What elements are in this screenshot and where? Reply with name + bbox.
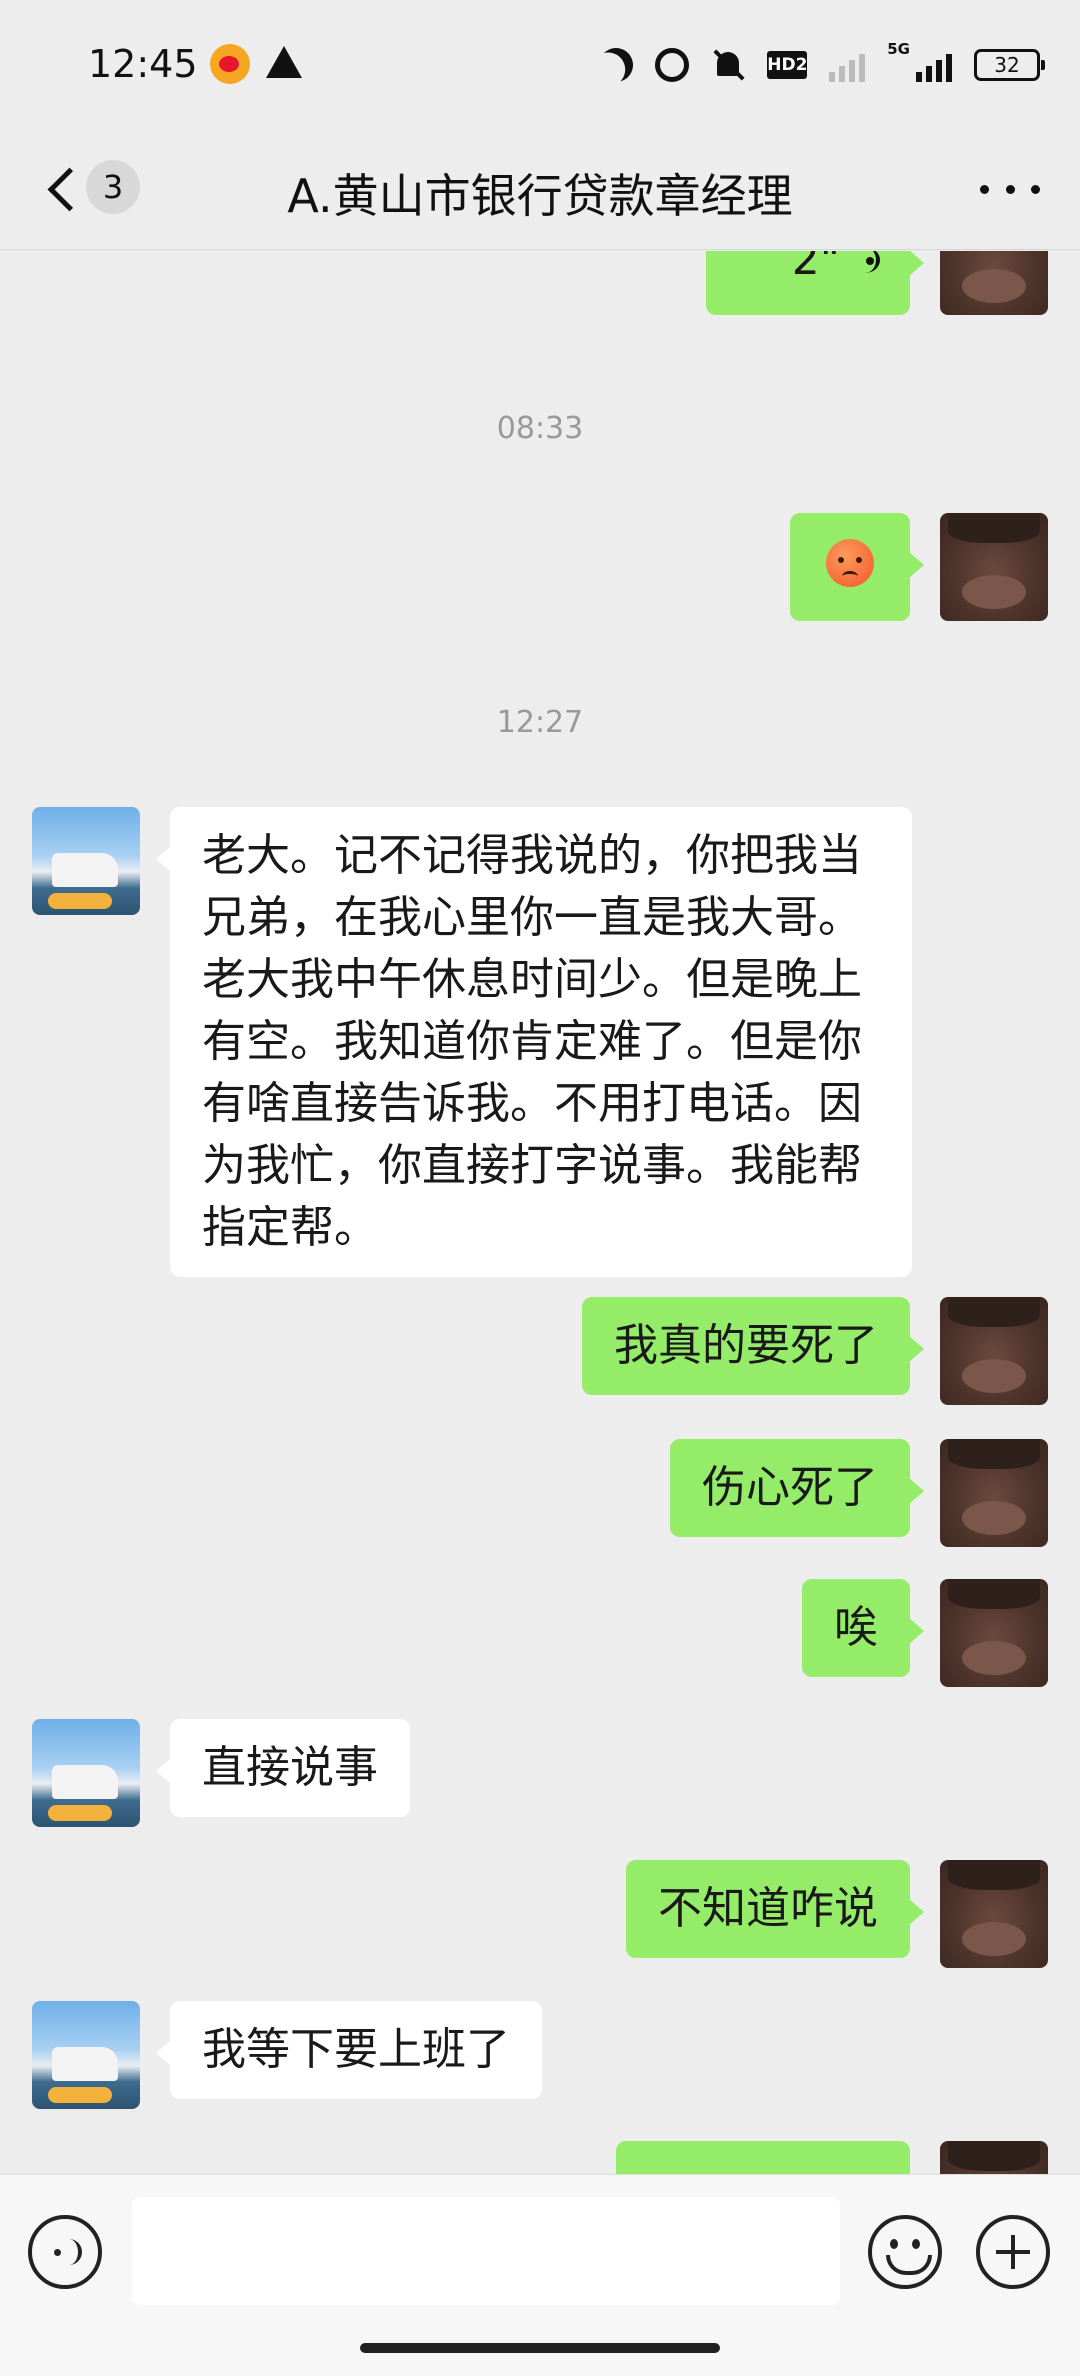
do-not-disturb-icon [593, 42, 639, 88]
text-message-bubble[interactable] [616, 2141, 910, 2174]
status-bar: 12:45 HD2 5G 32 [0, 0, 1080, 130]
signal-icon-sim1 [829, 48, 866, 82]
hd-voice-icon: HD2 [767, 51, 807, 79]
message-text: 不知道咋说 [658, 1883, 878, 1934]
voice-wave-icon [850, 251, 880, 279]
my-avatar[interactable] [940, 1439, 1048, 1547]
my-avatar[interactable] [940, 1297, 1048, 1405]
text-message-bubble[interactable]: 伤心死了 [670, 1439, 924, 1537]
message-line: 指定帮。 [202, 1202, 378, 1253]
text-message-bubble[interactable]: 老大。记不记得我说的，你把我当 兄弟，在我心里你一直是我大哥。 老大我中午休息时… [156, 807, 912, 1277]
contact-avatar[interactable] [32, 807, 140, 915]
my-avatar[interactable] [940, 251, 1048, 315]
voice-duration: 2" [791, 251, 840, 285]
status-time: 12:45 [88, 42, 198, 86]
voice-input-button[interactable] [28, 2215, 102, 2289]
text-message-bubble[interactable]: 我等下要上班了 [156, 2001, 542, 2099]
signal-icon-sim2 [916, 48, 952, 82]
message-line: 有空。我知道你肯定难了。但是你 [202, 1016, 862, 1067]
text-message-bubble[interactable]: 唉 [802, 1579, 924, 1677]
weibo-icon [210, 44, 250, 84]
emoji-message-bubble[interactable] [790, 513, 924, 621]
message-text: 唉 [834, 1602, 878, 1653]
my-avatar[interactable] [940, 1579, 1048, 1687]
contact-avatar[interactable] [32, 1719, 140, 1827]
my-avatar[interactable] [940, 2141, 1048, 2174]
timestamp: 12:27 [496, 705, 584, 740]
message-text: 我真的要死了 [614, 1320, 878, 1371]
voice-message-bubble[interactable]: 2" [706, 251, 924, 315]
timestamp: 08:33 [496, 411, 584, 446]
home-indicator[interactable] [360, 2343, 720, 2353]
message-text: 直接说事 [202, 1742, 378, 1793]
message-text: 我等下要上班了 [202, 2024, 510, 2075]
network-type-label: 5G [887, 40, 910, 58]
more-options-button[interactable] [980, 174, 1040, 204]
message-line: 有啥直接告诉我。不用打电话。因 [202, 1078, 862, 1129]
message-line: 老大。记不记得我说的，你把我当 [202, 830, 862, 881]
message-list[interactable]: 2" 08:33 12:27 老大。记不记得我说的，你把我当 兄弟，在我心里你一… [0, 251, 1080, 2174]
emoji-button[interactable] [868, 2215, 942, 2289]
alarm-icon [655, 48, 690, 82]
chat-title: A.黄山市银行贷款章经理 [287, 169, 793, 223]
input-bar [0, 2174, 1080, 2376]
warning-icon [266, 46, 302, 78]
my-avatar[interactable] [940, 513, 1048, 621]
my-avatar[interactable] [940, 1860, 1048, 1968]
status-icons: HD2 5G 32 [599, 40, 1045, 90]
text-message-bubble[interactable]: 我真的要死了 [582, 1297, 924, 1395]
message-line: 为我忙，你直接打字说事。我能帮 [202, 1140, 862, 1191]
mute-icon [711, 48, 745, 82]
message-line: 兄弟，在我心里你一直是我大哥。 [202, 892, 862, 943]
message-input[interactable] [132, 2197, 840, 2305]
sweat-face-emoji-icon [826, 539, 874, 587]
more-actions-button[interactable] [976, 2215, 1050, 2289]
chat-header: 3 A.黄山市银行贷款章经理 [0, 130, 1080, 250]
message-line: 老大我中午休息时间少。但是晚上 [202, 954, 862, 1005]
message-text: 伤心死了 [702, 1462, 878, 1513]
text-message-bubble[interactable]: 直接说事 [156, 1719, 410, 1817]
contact-avatar[interactable] [32, 2001, 140, 2109]
text-message-bubble[interactable]: 不知道咋说 [626, 1860, 924, 1958]
battery-icon: 32 [974, 49, 1045, 81]
